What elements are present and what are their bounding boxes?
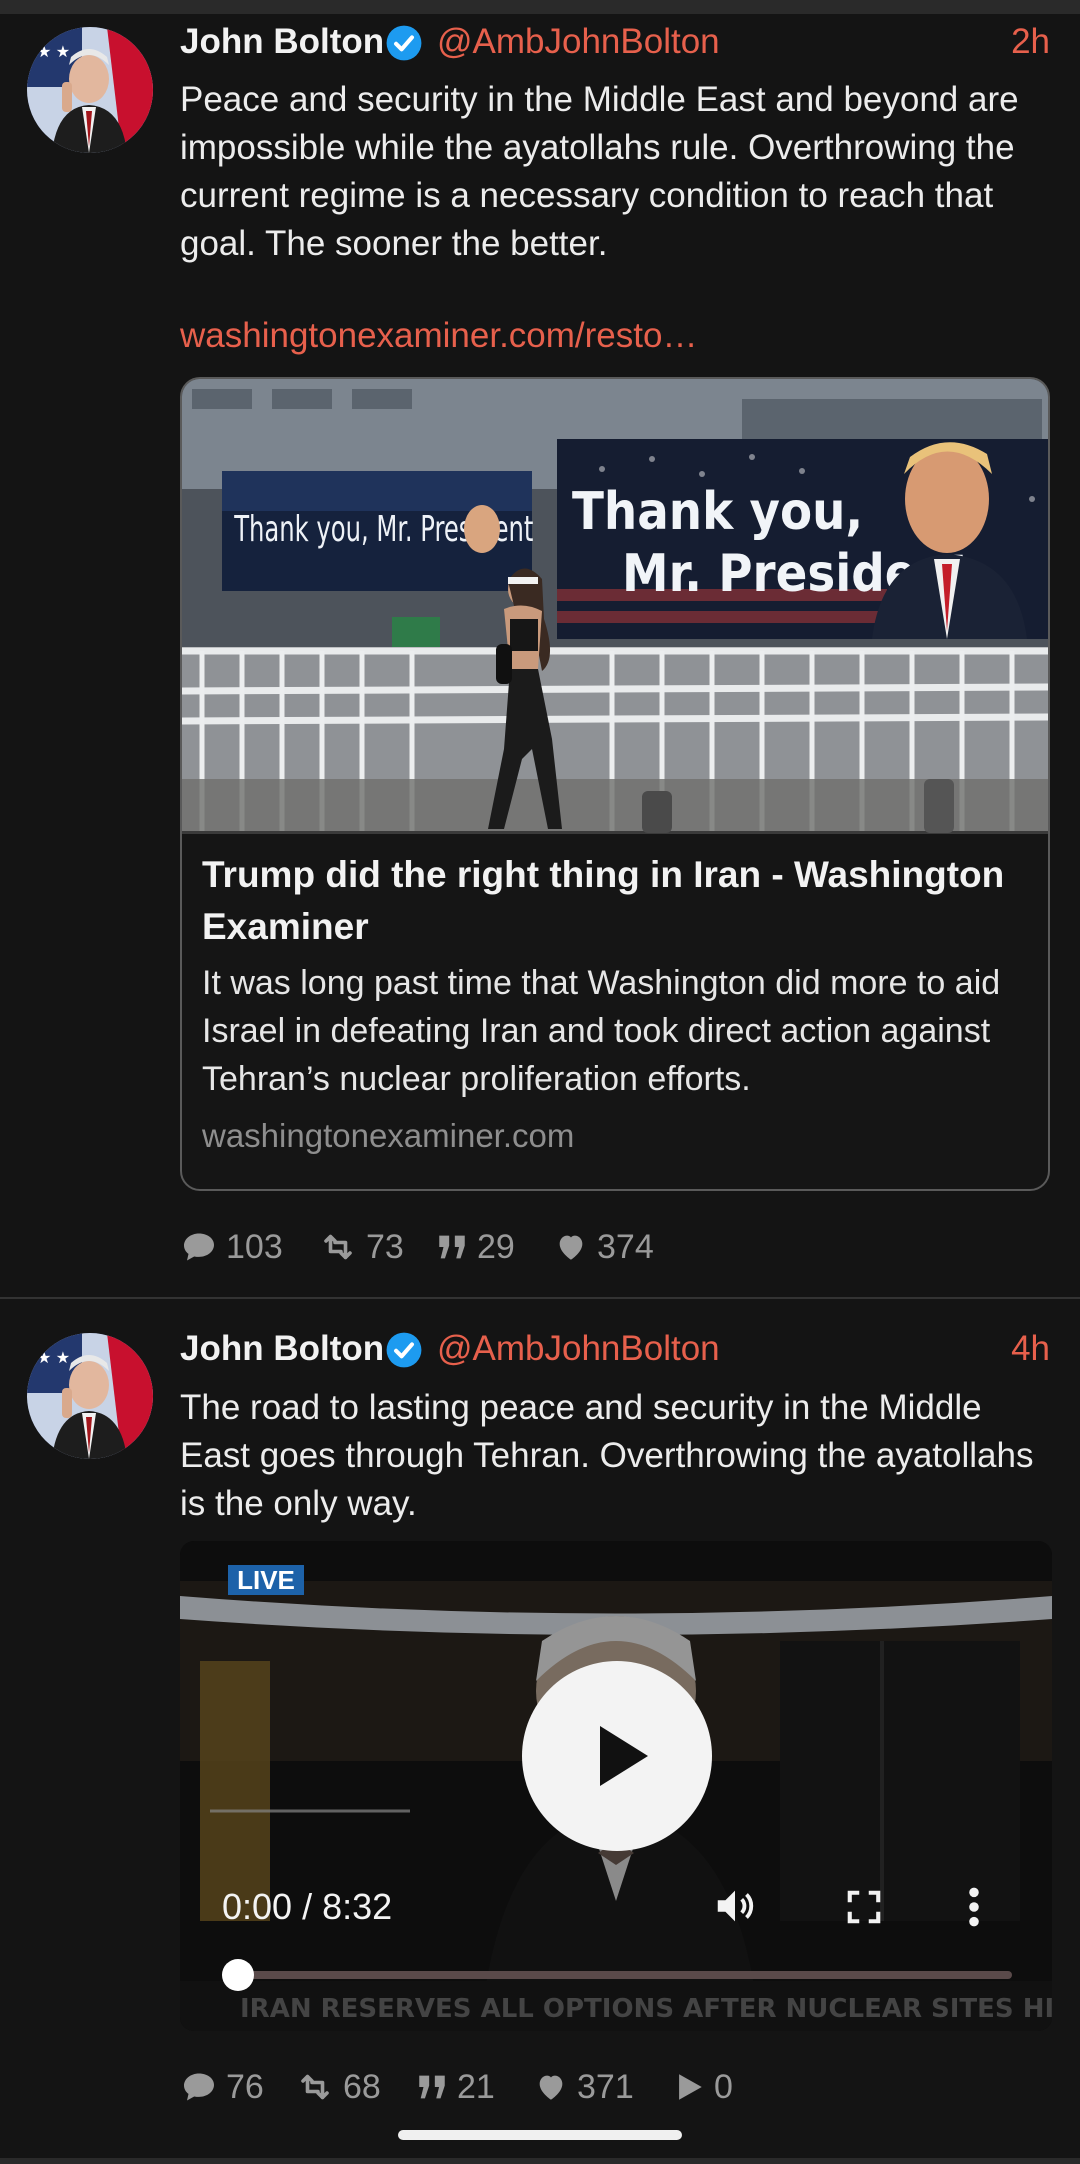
tweet-divider bbox=[0, 1297, 1080, 1299]
svg-text:★ ★: ★ ★ bbox=[37, 44, 70, 61]
play-count-icon bbox=[679, 2074, 702, 2100]
tweet-header: John Bolton @AmbJohnBolton 2h bbox=[180, 22, 1050, 66]
author-handle[interactable]: @AmbJohnBolton bbox=[437, 22, 720, 62]
author-name[interactable]: John Bolton bbox=[180, 22, 384, 62]
card-domain: washingtonexaminer.com bbox=[202, 1117, 575, 1154]
like-button[interactable]: 374 bbox=[553, 1222, 654, 1272]
heart-icon bbox=[559, 1235, 583, 1260]
quote-button[interactable]: 21 bbox=[415, 2062, 495, 2112]
quote-icon bbox=[419, 2075, 445, 2099]
repost-icon bbox=[324, 1234, 352, 1260]
video-player[interactable]: IRAN RESERVES ALL OPTIONS AFTER NUCLEAR … bbox=[180, 1541, 1052, 2031]
tweet-header: John Bolton @AmbJohnBolton 4h bbox=[180, 1329, 1050, 1373]
timestamp[interactable]: 4h bbox=[1011, 1329, 1050, 1369]
home-indicator[interactable] bbox=[398, 2130, 682, 2140]
quote-count: 21 bbox=[457, 2067, 495, 2106]
tweet-text: The road to lasting peace and security i… bbox=[180, 1388, 1034, 1523]
tweet-text: Peace and security in the Middle East an… bbox=[180, 80, 1019, 263]
verified-icon bbox=[386, 1332, 422, 1368]
like-button[interactable]: 371 bbox=[533, 2062, 634, 2112]
play-button[interactable] bbox=[522, 1661, 712, 1851]
repost-count: 73 bbox=[366, 1227, 404, 1266]
like-count: 374 bbox=[597, 1227, 654, 1266]
repost-count: 68 bbox=[343, 2067, 381, 2106]
svg-text:★ ★: ★ ★ bbox=[37, 1350, 70, 1367]
heart-icon bbox=[539, 2075, 563, 2100]
reply-count: 76 bbox=[226, 2067, 264, 2106]
bottom-edge bbox=[0, 2158, 1080, 2164]
like-count: 371 bbox=[577, 2067, 634, 2106]
live-badge: LIVE bbox=[228, 1565, 304, 1595]
more-options-icon[interactable] bbox=[966, 1885, 982, 1929]
video-time: 0:00 / 8:32 bbox=[222, 1886, 393, 1927]
tweet-link[interactable]: washingtonexaminer.com/resto… bbox=[180, 316, 697, 356]
billboard-right-text-1: Thank you, bbox=[572, 482, 863, 542]
link-preview-card[interactable]: Thank you, Mr. President Thank you, Mr. … bbox=[180, 377, 1050, 1191]
avatar[interactable]: ★ ★ bbox=[27, 27, 153, 153]
play-count-button[interactable]: 0 bbox=[672, 2062, 733, 2112]
fullscreen-icon[interactable] bbox=[845, 1888, 883, 1926]
card-description: It was long past time that Washington di… bbox=[202, 964, 1001, 1098]
tweet-actions: 103 73 29 374 bbox=[180, 1222, 1060, 1272]
reply-count: 103 bbox=[226, 1227, 283, 1266]
reply-icon bbox=[184, 2073, 214, 2101]
tweet-actions: 76 68 21 371 0 bbox=[180, 2062, 1060, 2112]
author-handle[interactable]: @AmbJohnBolton bbox=[437, 1329, 720, 1369]
verified-icon bbox=[386, 25, 422, 61]
card-image: Thank you, Mr. President Thank you, Mr. … bbox=[182, 379, 1048, 834]
quote-icon bbox=[439, 1235, 465, 1259]
volume-icon[interactable] bbox=[712, 1883, 758, 1929]
video-progress-track[interactable] bbox=[222, 1971, 1012, 1979]
repost-button[interactable]: 68 bbox=[295, 2062, 381, 2112]
play-icon bbox=[600, 1726, 648, 1786]
quote-button[interactable]: 29 bbox=[435, 1222, 515, 1272]
play-count: 0 bbox=[714, 2067, 733, 2106]
author-name[interactable]: John Bolton bbox=[180, 1329, 384, 1369]
video-progress-handle[interactable] bbox=[222, 1959, 254, 1991]
reply-button[interactable]: 103 bbox=[180, 1222, 283, 1272]
timestamp[interactable]: 2h bbox=[1011, 22, 1050, 62]
reply-icon bbox=[184, 1233, 214, 1261]
repost-icon bbox=[301, 2074, 329, 2100]
card-title: Trump did the right thing in Iran - Wash… bbox=[202, 854, 1005, 947]
status-bar-strip bbox=[0, 0, 1080, 14]
quote-count: 29 bbox=[477, 1227, 515, 1266]
reply-button[interactable]: 76 bbox=[180, 2062, 264, 2112]
video-ticker: IRAN RESERVES ALL OPTIONS AFTER NUCLEAR … bbox=[240, 1994, 1052, 2024]
avatar[interactable]: ★ ★ bbox=[27, 1333, 153, 1459]
repost-button[interactable]: 73 bbox=[318, 1222, 404, 1272]
